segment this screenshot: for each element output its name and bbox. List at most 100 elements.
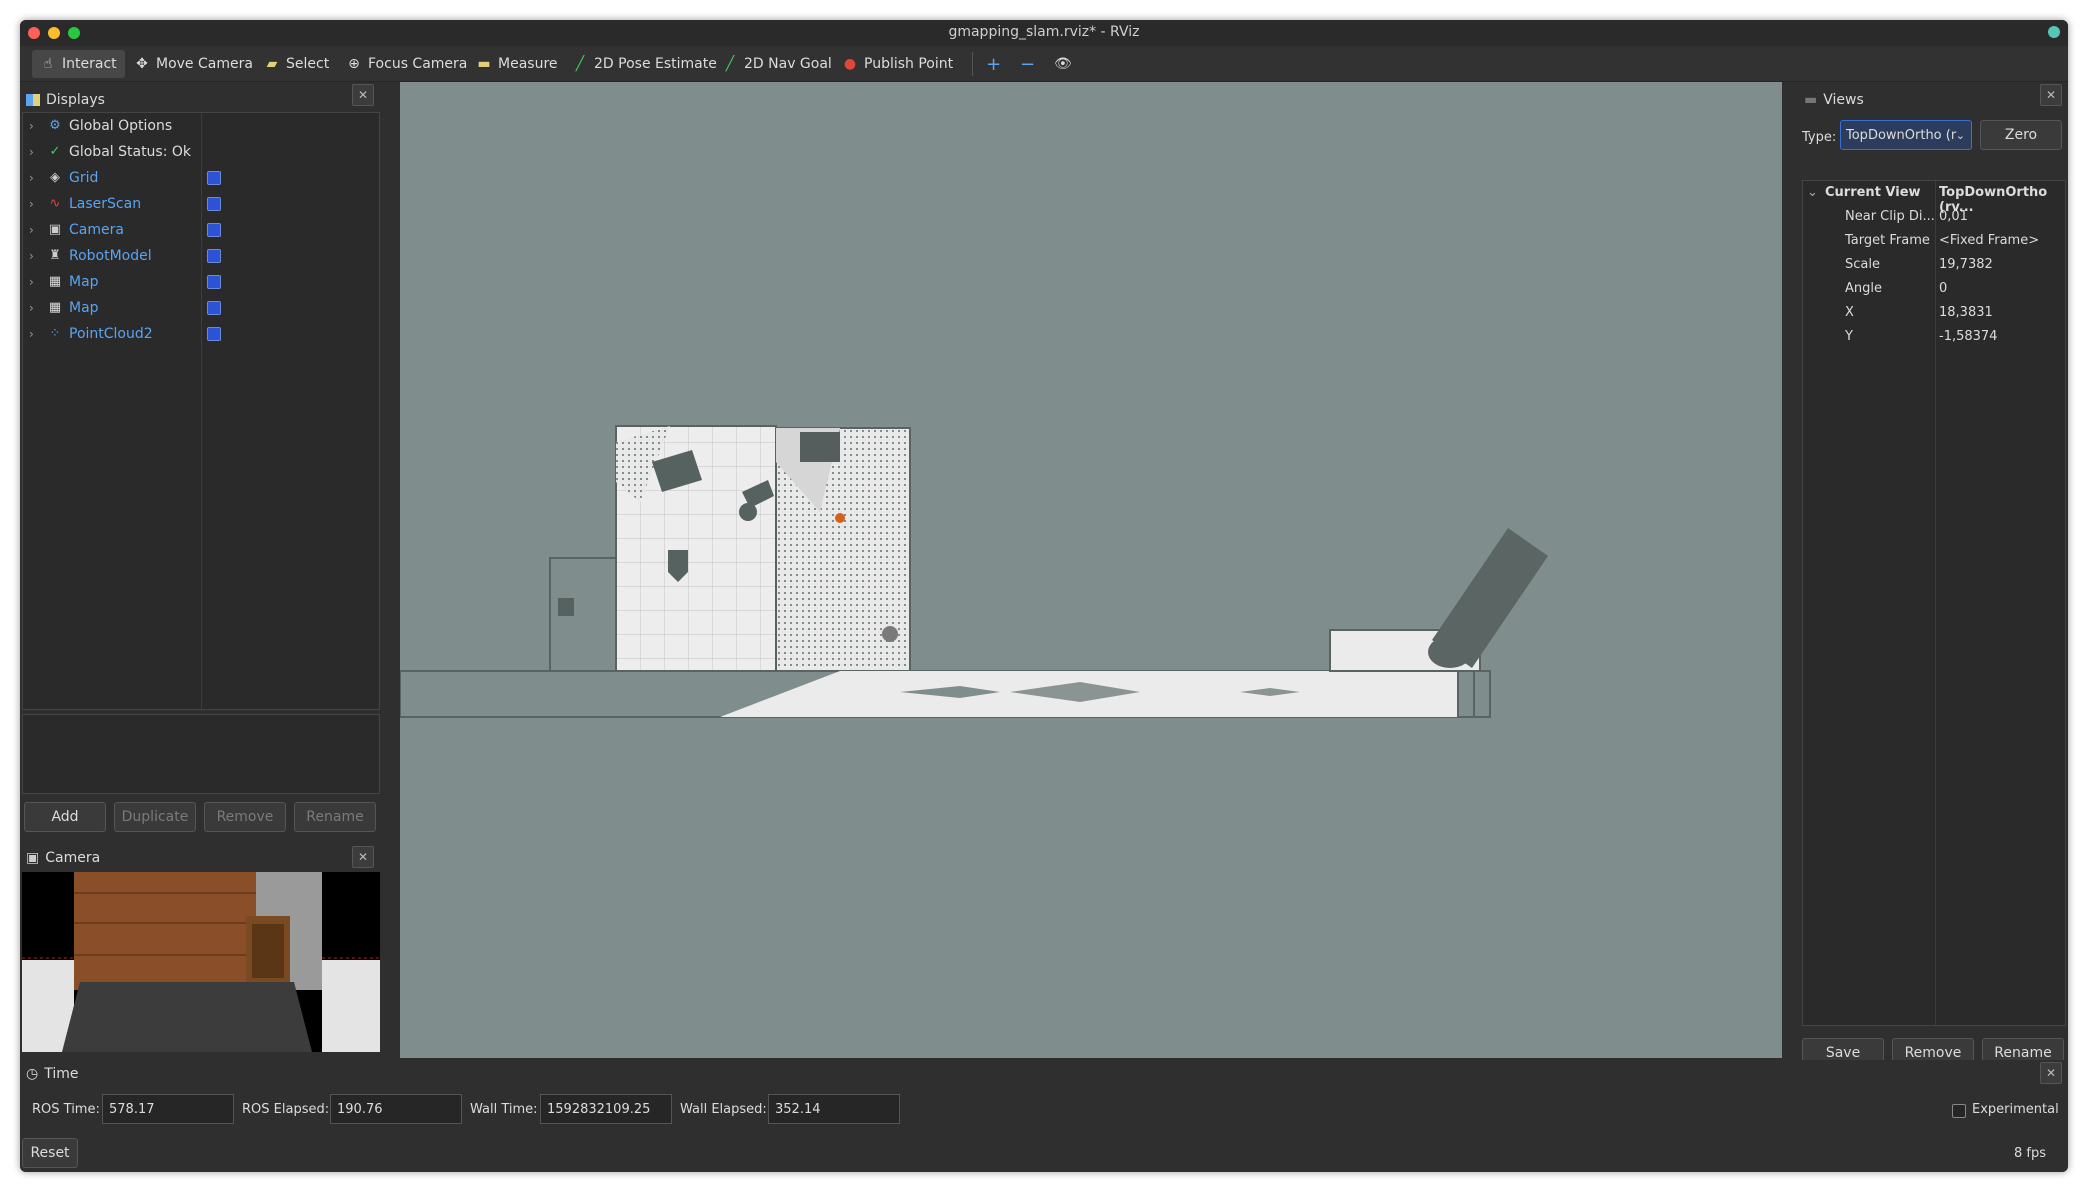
displays-icon: [26, 94, 40, 106]
view-type-label: Type:: [1802, 130, 1837, 145]
laserscan-icon: ∿: [49, 196, 61, 211]
property-row-target-frame[interactable]: Target Frame <Fixed Frame>: [1803, 229, 2065, 253]
expand-arrow-icon[interactable]: ›: [29, 249, 34, 263]
reset-button[interactable]: Reset: [22, 1138, 78, 1168]
map-enabled-checkbox[interactable]: [207, 275, 221, 289]
select-label: Select: [286, 56, 330, 72]
tool-properties-button[interactable]: 👁: [1046, 50, 1080, 78]
expand-arrow-icon[interactable]: ›: [29, 197, 34, 211]
displays-close-button[interactable]: ✕: [352, 84, 374, 106]
camera-icon: ▣: [48, 222, 62, 237]
view-type-dropdown[interactable]: TopDownOrtho (r ⌄: [1840, 120, 1972, 150]
property-key: Current View: [1825, 185, 1921, 200]
robot-icon: ♜: [49, 248, 61, 263]
ros-time-field[interactable]: 578.17: [102, 1094, 234, 1124]
time-panel-close-button[interactable]: ✕: [2040, 1062, 2062, 1084]
display-label: LaserScan: [69, 196, 142, 212]
3d-viewport[interactable]: ‹: [400, 82, 1782, 1058]
publish-point-tool-button[interactable]: ● Publish Point: [834, 50, 961, 78]
views-close-button[interactable]: ✕: [2040, 84, 2062, 106]
display-item-map[interactable]: › ▦ Map: [23, 295, 379, 321]
nav-goal-label: 2D Nav Goal: [744, 56, 832, 72]
robotmodel-enabled-checkbox[interactable]: [207, 249, 221, 263]
property-key: Near Clip Di...: [1845, 209, 1935, 224]
display-item-laserscan[interactable]: › ∿ LaserScan: [23, 191, 379, 217]
crosshair-icon: ⊕: [348, 56, 360, 72]
time-title: Time: [44, 1066, 79, 1082]
wall-elapsed-field[interactable]: 352.14: [768, 1094, 900, 1124]
property-row-angle[interactable]: Angle 0: [1803, 277, 2065, 301]
camera-icon: ▣: [26, 850, 40, 866]
pose-estimate-tool-button[interactable]: ╱ 2D Pose Estimate: [564, 50, 725, 78]
grid-icon: ◈: [50, 170, 60, 185]
camera-image-view: [22, 872, 380, 1052]
camera-enabled-checkbox[interactable]: [207, 223, 221, 237]
property-value: 19,7382: [1939, 257, 1993, 272]
property-key: Target Frame: [1845, 233, 1930, 248]
collapse-arrow-icon[interactable]: ⌄: [1807, 185, 1818, 200]
expand-arrow-icon[interactable]: ›: [29, 171, 34, 185]
display-item-grid[interactable]: › ◈ Grid: [23, 165, 379, 191]
property-value: 18,3831: [1939, 305, 1993, 320]
move-camera-label: Move Camera: [156, 56, 253, 72]
status-dot-icon: [2048, 26, 2060, 38]
interact-tool-button[interactable]: ☝ Interact: [32, 50, 125, 78]
ros-elapsed-field[interactable]: 190.76: [330, 1094, 462, 1124]
display-label: Camera: [69, 222, 124, 238]
display-item-global-status[interactable]: › ✓ Global Status: Ok: [23, 139, 379, 165]
expand-arrow-icon[interactable]: ›: [29, 145, 34, 159]
display-item-global-options[interactable]: › ⚙ Global Options: [23, 113, 379, 139]
display-item-camera[interactable]: › ▣ Camera: [23, 217, 379, 243]
map-icon: ▦: [48, 274, 62, 289]
add-display-button[interactable]: Add: [24, 802, 106, 832]
fps-readout: 8 fps: [2014, 1146, 2047, 1161]
duplicate-display-button[interactable]: Duplicate: [114, 802, 196, 832]
display-item-robotmodel[interactable]: › ♜ RobotModel: [23, 243, 379, 269]
remove-display-button[interactable]: Remove: [204, 802, 286, 832]
nav-goal-tool-button[interactable]: ╱ 2D Nav Goal: [714, 50, 840, 78]
display-item-pointcloud2[interactable]: › ⁘ PointCloud2: [23, 321, 379, 347]
select-tool-button[interactable]: ▰ Select: [256, 50, 337, 78]
camera-panel-header: ▣ Camera: [22, 844, 380, 872]
expand-arrow-icon[interactable]: ›: [29, 301, 34, 315]
video-camera-icon: ▬: [1804, 92, 1818, 108]
property-row-near-clip[interactable]: Near Clip Di... 0,01: [1803, 205, 2065, 229]
expand-arrow-icon[interactable]: ›: [29, 119, 34, 133]
expand-arrow-icon[interactable]: ›: [29, 327, 34, 341]
time-panel: ◷ Time ✕ ROS Time: 578.17 ROS Elapsed: 1…: [20, 1060, 2068, 1172]
interact-label: Interact: [62, 56, 117, 72]
pointcloud2-enabled-checkbox[interactable]: [207, 327, 221, 341]
property-key: X: [1845, 305, 1854, 320]
measure-label: Measure: [498, 56, 558, 72]
experimental-checkbox[interactable]: [1952, 1104, 1966, 1118]
camera-panel-title: Camera: [45, 850, 101, 866]
grid-enabled-checkbox[interactable]: [207, 171, 221, 185]
camera-image: [22, 872, 380, 1052]
add-tool-button[interactable]: +: [978, 50, 1009, 78]
display-label: Map: [69, 300, 99, 316]
property-row-y[interactable]: Y -1,58374: [1803, 325, 2065, 349]
current-view-row[interactable]: ⌄ Current View TopDownOrtho (rv...: [1803, 181, 2065, 215]
move-camera-tool-button[interactable]: ✥ Move Camera: [126, 50, 261, 78]
move-arrows-icon: ✥: [136, 56, 148, 72]
camera-panel-close-button[interactable]: ✕: [352, 846, 374, 868]
display-item-map[interactable]: › ▦ Map: [23, 269, 379, 295]
focus-camera-tool-button[interactable]: ⊕ Focus Camera: [338, 50, 475, 78]
gear-icon: ⚙: [49, 118, 61, 133]
property-value: 0,01: [1939, 209, 1968, 224]
ros-time-label: ROS Time:: [32, 1102, 100, 1117]
expand-arrow-icon[interactable]: ›: [29, 223, 34, 237]
rename-display-button[interactable]: Rename: [294, 802, 376, 832]
property-row-scale[interactable]: Scale 19,7382: [1803, 253, 2065, 277]
remove-tool-button[interactable]: −: [1012, 50, 1043, 78]
expand-arrow-icon[interactable]: ›: [29, 275, 34, 289]
zero-view-button[interactable]: Zero: [1980, 120, 2062, 150]
measure-tool-button[interactable]: ▬ Measure: [468, 50, 566, 78]
check-icon: ✓: [49, 144, 61, 159]
property-row-x[interactable]: X 18,3831: [1803, 301, 2065, 325]
displays-title: Displays: [46, 92, 105, 108]
wall-time-field[interactable]: 1592832109.25: [540, 1094, 672, 1124]
laserscan-enabled-checkbox[interactable]: [207, 197, 221, 211]
display-label: Global Status: Ok: [69, 144, 192, 160]
map-enabled-checkbox[interactable]: [207, 301, 221, 315]
